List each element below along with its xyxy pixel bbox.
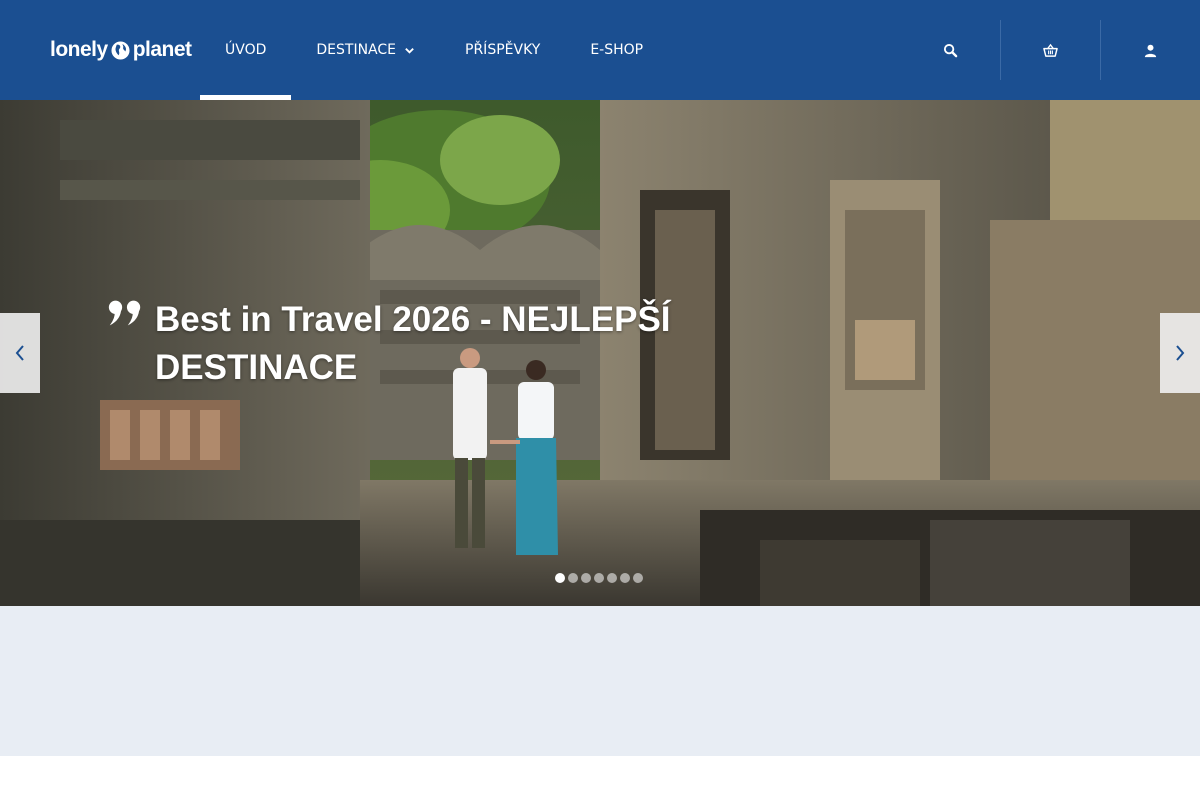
main-nav: ÚVOD DESTINACE PŘÍSPĚVKY E-SHOP bbox=[200, 0, 668, 100]
nav-item-label: ÚVOD bbox=[225, 42, 267, 58]
content-band bbox=[0, 606, 1200, 756]
site-header: lonely planet ÚVOD DESTINACE PŘÍSPĚVKY E… bbox=[0, 0, 1200, 100]
slider-next-button[interactable] bbox=[1160, 313, 1200, 393]
page-content-area bbox=[0, 756, 1200, 800]
nav-item-label: DESTINACE bbox=[316, 42, 397, 58]
slider-prev-button[interactable] bbox=[0, 313, 40, 393]
cart-button[interactable] bbox=[1000, 0, 1100, 100]
slider-dot-1[interactable] bbox=[555, 573, 565, 583]
search-icon bbox=[943, 43, 957, 57]
chevron-down-icon bbox=[405, 47, 414, 54]
slider-dot-6[interactable] bbox=[620, 573, 630, 583]
slider-dot-4[interactable] bbox=[594, 573, 604, 583]
lonely-planet-logo[interactable]: lonely planet bbox=[50, 36, 192, 64]
logo-text-lonely: lonely bbox=[50, 38, 108, 61]
quote-icon bbox=[108, 300, 141, 326]
nav-item-uvod[interactable]: ÚVOD bbox=[200, 0, 292, 100]
slider-dot-7[interactable] bbox=[633, 573, 643, 583]
search-button[interactable] bbox=[900, 0, 1000, 100]
chevron-right-icon bbox=[1176, 345, 1185, 361]
header-actions bbox=[900, 0, 1200, 100]
nav-item-destinace[interactable]: DESTINACE bbox=[291, 0, 440, 100]
logo-text-planet: planet bbox=[132, 38, 192, 61]
nav-item-eshop[interactable]: E-SHOP bbox=[565, 0, 668, 100]
slider-dot-2[interactable] bbox=[568, 573, 578, 583]
hero-title[interactable]: Best in Travel 2026 - NEJLEPŠÍ DESTINACE bbox=[155, 296, 715, 392]
chevron-left-icon bbox=[15, 345, 24, 361]
nav-item-prispevky[interactable]: PŘÍSPĚVKY bbox=[440, 0, 565, 100]
hero-slider: Best in Travel 2026 - NEJLEPŠÍ DESTINACE bbox=[0, 100, 1200, 606]
slider-dot-5[interactable] bbox=[607, 573, 617, 583]
nav-item-label: PŘÍSPĚVKY bbox=[465, 42, 541, 58]
account-button[interactable] bbox=[1100, 0, 1200, 100]
user-icon bbox=[1144, 44, 1156, 57]
slider-dot-3[interactable] bbox=[581, 573, 591, 583]
basket-icon bbox=[1042, 43, 1058, 57]
nav-item-label: E-SHOP bbox=[590, 42, 644, 58]
globe-icon bbox=[111, 40, 130, 60]
slider-pagination bbox=[555, 573, 643, 583]
